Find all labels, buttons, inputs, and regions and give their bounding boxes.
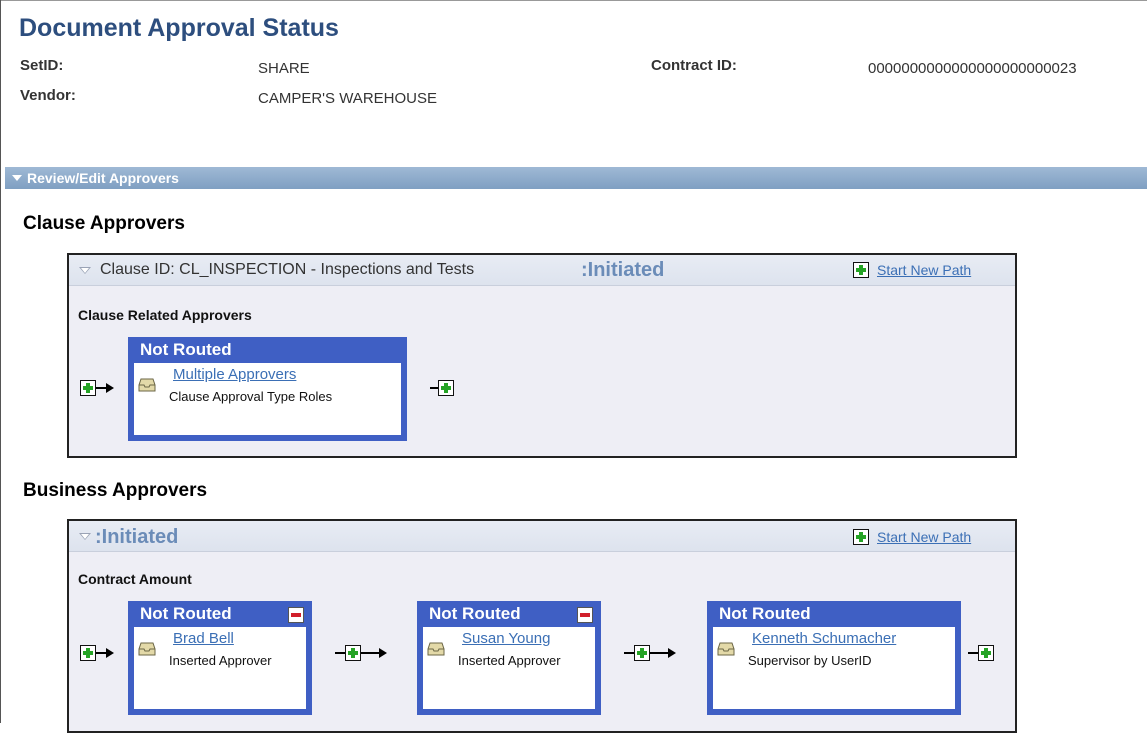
connector-line	[96, 387, 106, 389]
stage-body: Brad Bell Inserted Approver	[134, 627, 306, 709]
business-stage-1: Not Routed Brad Bell Inserted Approver	[128, 601, 312, 715]
clause-stage-1: Not Routed Multiple Approvers Clause App…	[128, 337, 407, 441]
clause-path-header: Clause ID: CL_INSPECTION - Inspections a…	[69, 255, 1015, 286]
connector-line	[361, 652, 379, 654]
start-new-path-plus-icon[interactable]	[853, 262, 869, 278]
stage-status: Not Routed	[140, 340, 232, 359]
arrow-right-icon	[379, 648, 387, 658]
connector-line	[624, 652, 634, 654]
plus-icon[interactable]	[438, 380, 454, 396]
collapse-triangle-icon	[12, 175, 22, 181]
stage-status: Not Routed	[719, 604, 811, 623]
stage-body: Kenneth Schumacher Supervisor by UserID	[713, 627, 955, 709]
clause-approval-path: Clause ID: CL_INSPECTION - Inspections a…	[67, 253, 1017, 458]
remove-approver-minus-icon[interactable]	[288, 607, 304, 623]
contract-id-label: Contract ID:	[651, 57, 737, 74]
remove-approver-minus-icon[interactable]	[577, 607, 593, 623]
setid-value: SHARE	[258, 60, 310, 77]
setid-label: SetID:	[20, 57, 64, 74]
inbox-tray-icon	[138, 642, 156, 656]
arrow-right-icon	[106, 383, 114, 393]
business-stage-3: Not Routed Kenneth Schumacher Supervisor…	[707, 601, 961, 715]
approver-role: Inserted Approver	[458, 653, 561, 668]
stage-status: Not Routed	[429, 604, 521, 623]
inbox-tray-icon	[427, 642, 445, 656]
approver-link[interactable]: Kenneth Schumacher	[752, 630, 896, 647]
plus-icon[interactable]	[345, 645, 361, 661]
approver-link[interactable]: Multiple Approvers	[173, 366, 296, 383]
clause-start-new-path-link[interactable]: Start New Path	[877, 262, 971, 278]
vendor-label: Vendor:	[20, 87, 76, 104]
connector-line	[968, 652, 978, 654]
section-label: Review/Edit Approvers	[27, 170, 179, 186]
approver-link[interactable]: Brad Bell	[173, 630, 234, 647]
page-border-top	[0, 0, 1147, 1]
stage-status: Not Routed	[140, 604, 232, 623]
vendor-value: CAMPER'S WAREHOUSE	[258, 90, 437, 107]
triangle-down-icon[interactable]	[79, 267, 91, 274]
arrow-right-icon	[668, 648, 676, 658]
inbox-tray-icon	[138, 378, 156, 392]
page-title: Document Approval Status	[19, 14, 339, 42]
stage-body: Multiple Approvers Clause Approval Type …	[134, 363, 401, 435]
approver-link[interactable]: Susan Young	[462, 630, 550, 647]
approver-role: Clause Approval Type Roles	[169, 389, 333, 404]
approver-role: Inserted Approver	[169, 653, 272, 668]
business-path-status: :Initiated	[95, 526, 179, 548]
clause-path-status: :Initiated	[581, 259, 665, 281]
inbox-tray-icon	[717, 642, 735, 656]
contract-id-value: 0000000000000000000000023	[868, 60, 1077, 77]
plus-icon[interactable]	[80, 380, 96, 396]
review-edit-approvers-section[interactable]: Review/Edit Approvers	[5, 167, 1147, 189]
clause-id-text: Clause ID: CL_INSPECTION - Inspections a…	[100, 261, 475, 278]
start-new-path-plus-icon[interactable]	[853, 529, 869, 545]
arrow-right-icon	[106, 648, 114, 658]
plus-icon[interactable]	[80, 645, 96, 661]
business-path-header: :Initiated Start New Path	[69, 521, 1015, 552]
triangle-down-icon[interactable]	[79, 533, 91, 540]
connector-line	[96, 652, 106, 654]
business-stage-2: Not Routed Susan Young Inserted Approver	[417, 601, 601, 715]
plus-icon[interactable]	[978, 645, 994, 661]
plus-icon[interactable]	[634, 645, 650, 661]
clause-related-approvers-label: Clause Related Approvers	[78, 307, 252, 323]
approver-role: Supervisor by UserID	[748, 653, 872, 668]
connector-line	[335, 652, 345, 654]
business-start-new-path-link[interactable]: Start New Path	[877, 529, 971, 545]
contract-amount-label: Contract Amount	[78, 571, 192, 587]
business-approval-path: :Initiated Start New Path Contract Amoun…	[67, 519, 1017, 733]
stage-body: Susan Young Inserted Approver	[423, 627, 595, 709]
page-border-left	[0, 0, 1, 723]
clause-approvers-heading: Clause Approvers	[23, 213, 185, 234]
connector-line	[650, 652, 668, 654]
business-approvers-heading: Business Approvers	[23, 480, 208, 501]
